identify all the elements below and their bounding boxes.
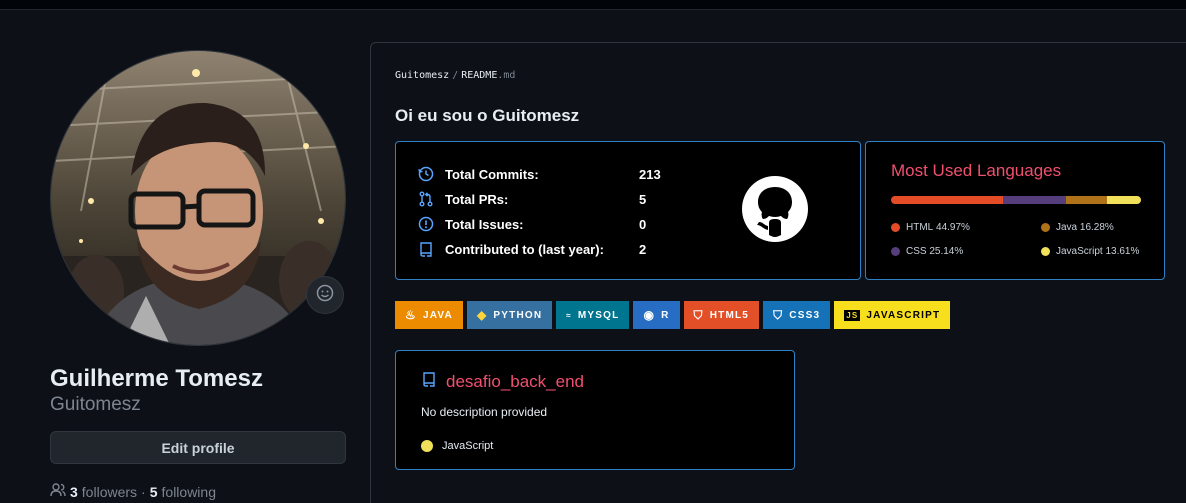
- most-used-languages-card: Most Used Languages HTML 44.97% Java 16.…: [865, 141, 1165, 280]
- badge-java[interactable]: ♨ JAVA: [395, 301, 463, 329]
- header-bar: [0, 0, 1186, 10]
- readme-breadcrumb: Guitomesz / README.md: [395, 70, 515, 81]
- language-item-javascript: JavaScript 13.61%: [1041, 246, 1139, 257]
- language-dot: [1041, 247, 1050, 256]
- badge-mysql[interactable]: ≈ MYSQL: [556, 301, 630, 329]
- language-name: JavaScript: [1056, 246, 1103, 257]
- language-dot: [891, 223, 900, 232]
- languages-bar: [891, 196, 1141, 204]
- badge-label: MYSQL: [577, 309, 620, 321]
- history-icon: [418, 165, 436, 183]
- language-name: Java: [1056, 222, 1078, 233]
- language-percent: 16.28%: [1079, 222, 1114, 233]
- badge-label: JAVA: [422, 309, 453, 321]
- repo-icon: [418, 240, 436, 258]
- stat-label: Total PRs:: [445, 191, 509, 207]
- badge-label: CSS3: [789, 309, 821, 321]
- repo-name[interactable]: desafio_back_end: [446, 372, 584, 392]
- language-dot: [891, 247, 900, 256]
- stat-value: 213: [639, 166, 661, 182]
- badge-label: HTML5: [709, 309, 750, 321]
- stat-label: Total Issues:: [445, 216, 524, 232]
- breadcrumb-file: README: [461, 70, 498, 81]
- stat-row-commits: Total Commits: 213: [418, 164, 661, 184]
- issue-icon: [418, 215, 436, 233]
- stat-row-contributed: Contributed to (last year): 2: [418, 239, 646, 259]
- language-percent: 44.97%: [936, 222, 970, 233]
- repo-description: No description provided: [421, 405, 548, 419]
- html5-icon: ⛉: [693, 307, 704, 322]
- languages-title: Most Used Languages: [891, 161, 1062, 180]
- repo-icon: [421, 371, 437, 392]
- badge-r[interactable]: ◉ R: [633, 301, 680, 329]
- stat-row-issues: Total Issues: 0: [418, 214, 646, 234]
- github-stats-card: Total Commits: 213 Total PRs: 5 Total Is…: [395, 141, 861, 280]
- language-bar-segment: [1066, 196, 1107, 204]
- tech-badges: ♨ JAVA ◆ PYTHON ≈ MYSQL ◉ R ⛉ HTML5 ⛉ CSS3 JS J…: [395, 301, 951, 329]
- language-item-css: CSS 25.14%: [891, 246, 963, 257]
- profile-username: Guitomesz: [50, 394, 141, 415]
- javascript-icon: JS: [844, 309, 861, 321]
- avatar[interactable]: [50, 50, 346, 346]
- github-logo-icon: [741, 175, 809, 248]
- python-icon: ◆: [476, 308, 488, 322]
- breadcrumb-extension: .md: [497, 70, 516, 81]
- pull-request-icon: [418, 190, 436, 208]
- following-count[interactable]: 5: [150, 484, 158, 500]
- follow-stats: 3 followers · 5 following: [50, 483, 216, 500]
- stat-value: 0: [639, 216, 647, 232]
- css3-icon: ⛉: [773, 307, 784, 322]
- edit-profile-button[interactable]: Edit profile: [50, 431, 346, 464]
- badge-css3[interactable]: ⛉ CSS3: [763, 301, 831, 329]
- stat-label: Total Commits:: [445, 166, 539, 182]
- repo-language-name: JavaScript: [442, 440, 494, 452]
- java-icon: ♨: [405, 308, 417, 322]
- repo-title[interactable]: desafio_back_end: [421, 371, 584, 392]
- badge-label: R: [661, 309, 670, 321]
- badge-html5[interactable]: ⛉ HTML5: [683, 301, 760, 329]
- stat-label: Contributed to (last year):: [445, 241, 604, 257]
- badge-javascript[interactable]: JS JAVASCRIPT: [834, 301, 951, 329]
- language-name: CSS: [906, 246, 927, 257]
- badge-label: JAVASCRIPT: [866, 309, 941, 321]
- language-percent: 13.61%: [1105, 246, 1140, 257]
- smiley-icon: [316, 284, 334, 307]
- breadcrumb-user[interactable]: Guitomesz: [395, 70, 449, 81]
- set-status-button[interactable]: [306, 276, 344, 314]
- followers-link[interactable]: followers: [82, 484, 137, 500]
- badge-label: PYTHON: [493, 309, 543, 321]
- people-icon: [50, 483, 66, 500]
- stat-value: 5: [639, 191, 647, 207]
- language-dot: [1041, 223, 1050, 232]
- repo-language: JavaScript: [421, 440, 493, 452]
- pinned-repo-card[interactable]: desafio_back_end No description provided…: [395, 350, 795, 470]
- breadcrumb-separator: /: [452, 70, 459, 81]
- badge-python[interactable]: ◆ PYTHON: [466, 301, 553, 329]
- language-bar-segment: [891, 196, 1004, 204]
- language-item-java: Java 16.28%: [1041, 222, 1114, 233]
- following-link[interactable]: following: [162, 484, 216, 500]
- language-percent: 25.14%: [929, 246, 964, 257]
- language-bar-segment: [1003, 196, 1067, 204]
- language-name: HTML: [906, 222, 934, 233]
- follow-separator: ·: [141, 483, 146, 500]
- stat-value: 2: [639, 241, 647, 257]
- language-item-html: HTML 44.97%: [891, 222, 970, 233]
- mysql-icon: ≈: [566, 310, 572, 320]
- r-icon: ◉: [643, 308, 656, 322]
- profile-full-name: Guilherme Tomesz: [50, 365, 263, 392]
- language-bar-segment: [1106, 196, 1141, 204]
- readme-greeting: Oi eu sou o Guitomesz: [395, 106, 580, 125]
- language-color-dot: [421, 440, 433, 452]
- stat-row-prs: Total PRs: 5: [418, 189, 646, 209]
- followers-count[interactable]: 3: [70, 484, 78, 500]
